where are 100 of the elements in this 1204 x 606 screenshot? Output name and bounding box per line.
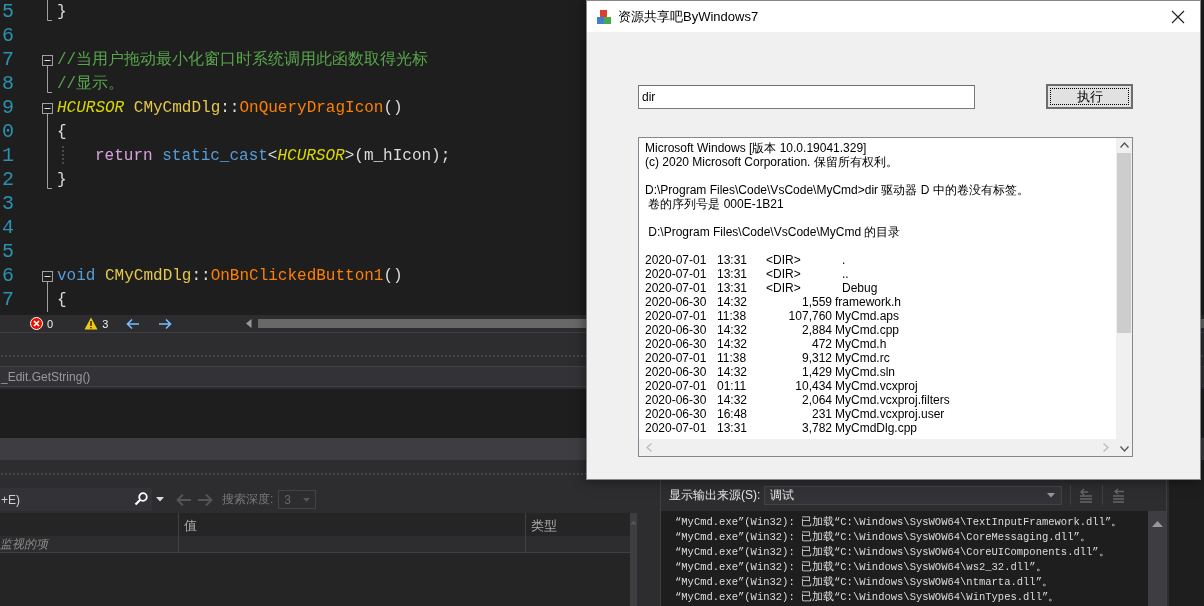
back-arrow-icon[interactable] — [126, 317, 141, 330]
dropdown-caret-icon[interactable] — [1047, 492, 1056, 498]
file-name: MyCmd.rc — [834, 351, 890, 365]
console-line: Microsoft Windows [版本 10.0.19041.329] — [645, 141, 868, 155]
file-size: 10,434 — [795, 379, 832, 393]
line-number: 3 — [1, 192, 15, 216]
file-time: 14:32 — [717, 295, 749, 309]
search-icon[interactable] — [132, 488, 152, 511]
align-lines-icon[interactable] — [1110, 487, 1127, 503]
console-line: 卷的序列号是 000E-1B21 — [648, 197, 784, 211]
file-name: Debug — [841, 281, 878, 295]
line-number: 1 — [1, 144, 15, 168]
file-time: 13:31 — [717, 253, 749, 267]
line-number: 5 — [1, 240, 15, 264]
file-size: 1,559 — [801, 295, 832, 309]
code-line: void CMyCmdDlg::OnBnClickedButton1() — [57, 266, 403, 286]
vertical-scrollbar[interactable] — [1148, 511, 1166, 606]
file-date: 2020-07-01 — [645, 309, 708, 323]
line-number: 7 — [1, 48, 15, 72]
vertical-scrollbar[interactable] — [1116, 138, 1132, 456]
find-message-icon[interactable] — [1078, 487, 1095, 503]
file-name: MyCmd.sln — [834, 365, 895, 379]
output-line: “MyCmd.exe”(Win32): 已加载“C:\Windows\SysWOW64\ws2_32.dll”。 — [675, 560, 1048, 575]
file-date: 2020-07-01 — [645, 281, 708, 295]
file-time: 11:38 — [717, 351, 748, 365]
output-line: “MyCmd.exe”(Win32): 已加载“C:\Windows\SysWOW64\CoreMessaging.dll”。 — [675, 530, 1092, 545]
command-field[interactable]: dir — [638, 84, 975, 109]
output-source-label: 显示输出来源(S): — [669, 486, 761, 504]
code-line: //当用户拖动最小化窗口时系统调用此函数取得光标 — [57, 50, 429, 70]
file-size: 1,429 — [801, 365, 832, 379]
file-date: 2020-07-01 — [645, 267, 708, 281]
file-date: 2020-07-01 — [645, 253, 708, 267]
vertical-scrollbar[interactable] — [630, 513, 637, 606]
scroll-up-icon[interactable] — [1151, 521, 1163, 527]
expression-text: _Edit.GetString() — [1, 369, 91, 384]
file-date: 2020-07-01 — [645, 351, 708, 365]
close-icon[interactable] — [1171, 9, 1185, 24]
output-line: “MyCmd.exe”(Win32): 已加载“C:\Windows\SysWOW64\CoreUIComponents.dll”。 — [675, 545, 1111, 560]
console-line: (c) 2020 Microsoft Corporation. 保留所有权利。 — [645, 155, 899, 169]
file-date: 2020-06-30 — [645, 337, 708, 351]
output-line: “MyCmd.exe”(Win32): 已加载“C:\Windows\SysWOW64\WinTypes.dll”。 — [675, 590, 1061, 605]
file-time: 14:32 — [717, 393, 749, 407]
file-date: 2020-06-30 — [645, 407, 708, 421]
file-name: . — [841, 253, 846, 267]
dropdown-caret-icon[interactable] — [156, 497, 164, 502]
execute-button[interactable]: 执行 — [1046, 84, 1133, 109]
file-size: 472 — [811, 337, 832, 351]
code-line: return static_cast<HCURSOR>(m_hIcon); — [95, 146, 451, 166]
forward-arrow-icon[interactable] — [158, 317, 173, 330]
file-time: 11:38 — [717, 309, 748, 323]
file-name: MyCmdDlg.cpp — [834, 421, 918, 435]
line-number: 6 — [1, 24, 15, 48]
code-line: HCURSOR CMyCmdDlg::OnQueryDragIcon() — [57, 98, 403, 118]
file-size: 231 — [811, 407, 832, 421]
file-time: 16:48 — [717, 407, 749, 421]
code-line: { — [57, 122, 67, 142]
file-time: 14:32 — [717, 323, 749, 337]
file-date: 2020-07-01 — [645, 421, 708, 435]
file-name: .. — [841, 267, 849, 281]
warning-icon — [84, 317, 99, 330]
code-line: //显示。 — [57, 74, 125, 94]
file-time: 14:32 — [717, 337, 749, 351]
dir-tag: <DIR> — [766, 253, 801, 267]
console-line: D:\Program Files\Code\VsCode\MyCmd 的目录 — [647, 225, 902, 239]
line-number: 2 — [1, 168, 15, 192]
file-name: MyCmd.vcxproj — [834, 379, 918, 393]
search-depth-label: 搜索深度: — [222, 491, 274, 508]
scroll-left-icon[interactable] — [246, 319, 253, 328]
error-icon — [30, 317, 43, 330]
file-size: 3,782 — [801, 421, 832, 435]
watch-item-cell[interactable]: 监视的项 — [0, 536, 179, 553]
output-text-box[interactable] — [638, 137, 1133, 457]
file-date: 2020-06-30 — [645, 295, 708, 309]
output-line: “MyCmd.exe”(Win32): 已加载“C:\Windows\SysWOW64\TextInputFramework.dll”。 — [675, 515, 1124, 530]
line-number: 9 — [1, 96, 15, 120]
output-source-dropdown[interactable]: 调试 — [764, 485, 1063, 505]
file-time: 14:32 — [717, 365, 749, 379]
line-number: 6 — [1, 264, 15, 288]
file-time: 13:31 — [717, 421, 749, 435]
file-date: 2020-06-30 — [645, 393, 708, 407]
code-line: } — [57, 170, 67, 190]
scroll-up-icon[interactable] — [1119, 142, 1129, 148]
line-number: 8 — [1, 72, 15, 96]
dir-tag: <DIR> — [766, 281, 801, 295]
code-line: } — [57, 2, 67, 22]
file-size: 107,760 — [788, 309, 832, 323]
file-date: 2020-06-30 — [645, 365, 708, 379]
dir-tag: <DIR> — [766, 267, 801, 281]
output-line: “MyCmd.exe”(Win32): 已加载“C:\Windows\SysWOW64\ntmarta.dll”。 — [675, 575, 1054, 590]
error-count[interactable]: 0 — [47, 317, 54, 330]
warning-count[interactable]: 3 — [102, 317, 109, 330]
code-line: { — [57, 290, 67, 310]
scroll-thumb[interactable] — [1117, 153, 1131, 333]
window-title: 资源共享吧ByWindows7 — [618, 7, 759, 26]
file-name: MyCmd.h — [834, 337, 887, 351]
file-name: MyCmd.cpp — [834, 323, 899, 337]
file-size: 9,312 — [801, 351, 832, 365]
scroll-down-icon[interactable] — [1119, 446, 1129, 452]
file-time: 13:31 — [717, 281, 749, 295]
search-field[interactable]: +E) — [0, 488, 132, 511]
